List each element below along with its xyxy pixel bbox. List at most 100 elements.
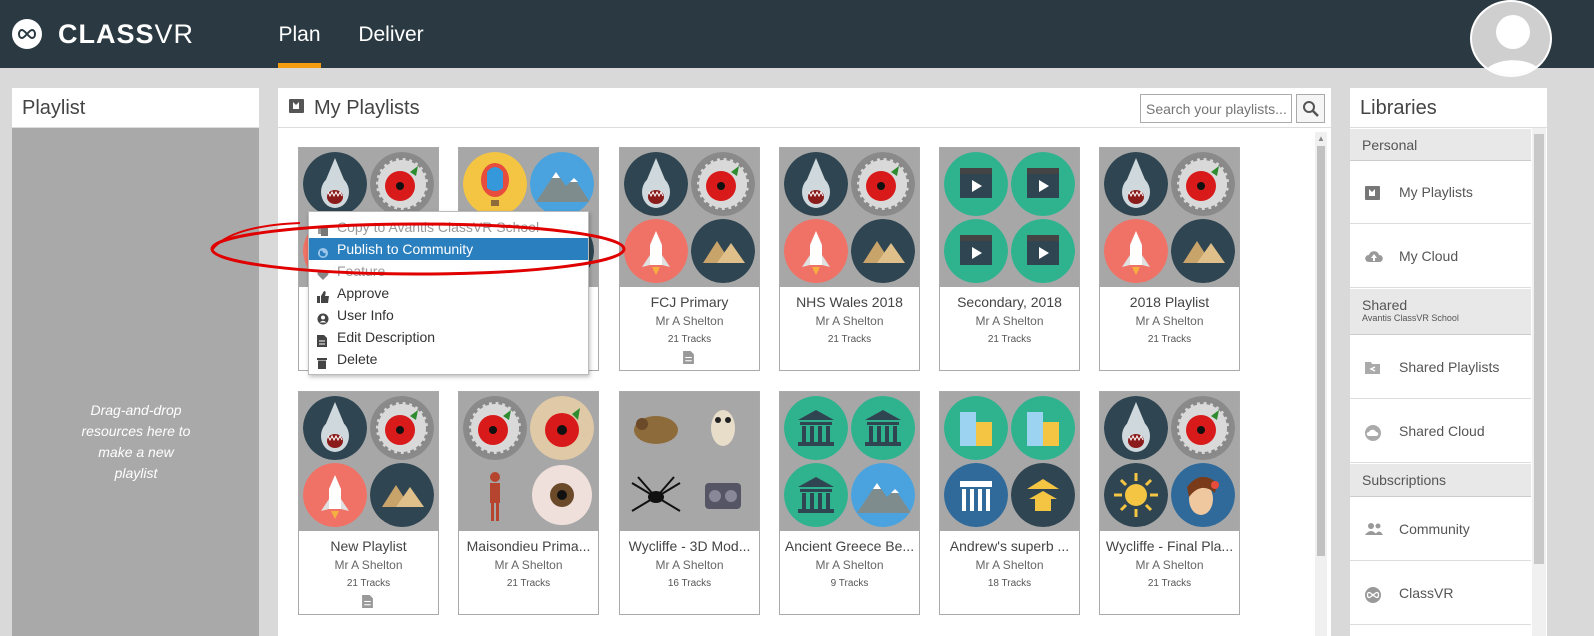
libraries-title: Libraries — [1350, 88, 1547, 128]
playlist-thumbnails — [620, 392, 759, 531]
library-my-cloud[interactable]: My Cloud — [1350, 225, 1531, 288]
playlist-track-count: 9 Tracks — [830, 578, 869, 589]
playlist-card[interactable]: 2018 Playlist Mr A Shelton 21 Tracks — [1099, 147, 1240, 371]
classvr-logo[interactable]: CLASSVR — [12, 18, 194, 50]
playlist-track-count: 16 Tracks — [667, 578, 712, 589]
playlist-author: Mr A Shelton — [334, 558, 403, 572]
search-playlists-input[interactable] — [1140, 94, 1292, 123]
playlist-card[interactable]: Andrew's superb ... Mr A Shelton 18 Tracks — [939, 391, 1080, 615]
playlists-scrollbar[interactable]: ▲ — [1315, 132, 1327, 636]
shark-icon — [1104, 396, 1168, 460]
playlists-scrollbar-thumb[interactable] — [1317, 146, 1325, 556]
owl-icon — [691, 396, 755, 460]
playlist-thumbnails — [459, 392, 598, 531]
toad-icon — [624, 396, 688, 460]
building-icon — [1011, 396, 1075, 460]
dropzone-instructions: Drag-and-drop resources here to make a n… — [81, 402, 191, 481]
menu-delete[interactable]: Delete — [309, 348, 588, 370]
menu-approve[interactable]: Approve — [309, 282, 588, 304]
playlist-card[interactable]: Wycliffe - 3D Mod... Mr A Shelton 16 Track… — [619, 391, 760, 615]
scroll-up-arrow[interactable]: ▲ — [1317, 134, 1325, 143]
library-my-playlists[interactable]: My Playlists — [1350, 161, 1531, 224]
playlist-title: Maisondieu Prima... — [466, 538, 591, 554]
playlist-track-count: 21 Tracks — [667, 334, 712, 345]
library-shared-playlists[interactable]: Shared Playlists — [1350, 336, 1531, 399]
library-label: Shared Playlists — [1399, 359, 1500, 375]
playlist-thumbnails — [780, 148, 919, 287]
playlist-dropzone[interactable]: Drag-and-drop resources here to make a n… — [12, 128, 259, 636]
playlist-icon — [1364, 185, 1382, 204]
library-label: ClassVR — [1399, 585, 1454, 601]
library-community[interactable]: Community — [1350, 498, 1531, 561]
libraries-panel: Libraries Personal My Playlists My Cloud… — [1350, 88, 1547, 636]
video-icon — [1011, 152, 1075, 216]
pyramid-icon — [691, 219, 755, 283]
section-sublabel: Avantis ClassVR School — [1362, 313, 1459, 323]
playlist-card[interactable]: Wycliffe - Final Pla... Mr A Shelton 21 Tr… — [1099, 391, 1240, 615]
infinity-icon — [1364, 586, 1382, 607]
library-shared-cloud[interactable]: Shared Cloud — [1350, 400, 1531, 463]
menu-edit-description[interactable]: Edit Description — [309, 326, 588, 348]
library-label: My Playlists — [1399, 184, 1473, 200]
menu-item-label: Publish to Community — [337, 241, 474, 257]
user-avatar[interactable] — [1470, 0, 1552, 77]
menu-copy-to-school[interactable]: Copy to Avantis ClassVR School — [309, 216, 588, 238]
face-icon — [1171, 463, 1235, 527]
playlist-track-count: 18 Tracks — [987, 578, 1032, 589]
tab-plan[interactable]: Plan — [278, 0, 321, 68]
shuttle-icon — [1104, 219, 1168, 283]
section-label: Personal — [1362, 137, 1418, 153]
playlist-title: Secondary, 2018 — [957, 294, 1062, 310]
pyramid-icon — [851, 219, 915, 283]
section-label: Subscriptions — [1362, 472, 1447, 488]
libraries-scrollbar-thumb[interactable] — [1534, 134, 1544, 564]
playlist-track-count: 21 Tracks — [1147, 334, 1192, 345]
playlist-author: Mr A Shelton — [655, 314, 724, 328]
menu-item-label: Approve — [337, 285, 390, 301]
libraries-scrollbar[interactable] — [1532, 128, 1546, 636]
tab-deliver[interactable]: Deliver — [357, 0, 425, 68]
playlist-author: Mr A Shelton — [815, 314, 884, 328]
shark-icon — [1104, 152, 1168, 216]
playlist-title: New Playlist — [330, 538, 407, 554]
playlist-card[interactable]: NHS Wales 2018 Mr A Shelton 21 Tracks — [779, 147, 920, 371]
infinity-icon — [12, 19, 42, 49]
library-label: Community — [1399, 521, 1470, 537]
menu-feature[interactable]: Feature — [309, 260, 588, 282]
playlist-thumbnails — [299, 392, 438, 531]
poppy-icon — [1171, 396, 1235, 460]
playlist-card[interactable]: FCJ Primary Mr A Shelton 21 Tracks — [619, 147, 760, 371]
search-button[interactable] — [1296, 94, 1325, 123]
video-icon — [1011, 219, 1075, 283]
playlist-context-menu: Copy to Avantis ClassVR School Publish t… — [308, 211, 589, 375]
eye-icon — [530, 463, 594, 527]
playlist-panel-title: Playlist — [12, 88, 259, 128]
playlist-title: NHS Wales 2018 — [796, 294, 903, 310]
playlist-author: Mr A Shelton — [975, 314, 1044, 328]
playlist-author: Mr A Shelton — [1135, 558, 1204, 572]
description-icon — [362, 595, 373, 613]
playlist-track-count: 21 Tracks — [827, 334, 872, 345]
menu-item-label: Feature — [337, 263, 386, 279]
library-label: Shared Cloud — [1399, 423, 1485, 439]
shuttle-icon — [303, 463, 367, 527]
menu-publish-to-community[interactable]: Publish to Community — [309, 238, 588, 260]
playlist-thumbnails — [1100, 392, 1239, 531]
people-icon — [1364, 522, 1384, 539]
playlist-thumbnails — [940, 148, 1079, 287]
playlist-card[interactable]: Secondary, 2018 Mr A Shelton 21 Tracks — [939, 147, 1080, 371]
playlist-card[interactable]: Maisondieu Prima... Mr A Shelton 21 Tracks — [458, 391, 599, 615]
section-personal: Personal — [1350, 129, 1531, 161]
menu-user-info[interactable]: User Info — [309, 304, 588, 326]
playlist-card[interactable]: Ancient Greece Be... Mr A Shelton 9 Tracks — [779, 391, 920, 615]
shark-icon — [303, 152, 367, 216]
mountain-icon — [851, 463, 915, 527]
library-classvr[interactable]: ClassVR — [1350, 562, 1531, 625]
playlist-title: Wycliffe - 3D Mod... — [628, 538, 751, 554]
video-icon — [944, 219, 1008, 283]
playlist-title: FCJ Primary — [650, 294, 729, 310]
shark-icon — [303, 396, 367, 460]
pyramid-icon — [1171, 219, 1235, 283]
playlist-card[interactable]: New Playlist Mr A Shelton 21 Tracks — [298, 391, 439, 615]
playlist-thumbnails — [940, 392, 1079, 531]
